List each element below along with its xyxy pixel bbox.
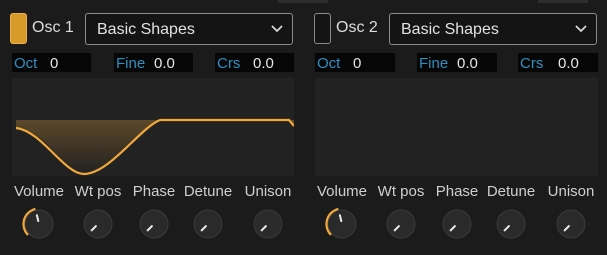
osc1-wavetable-value: Basic Shapes [97,21,195,38]
osc2-wtpos-knob[interactable] [384,207,418,241]
osc2-fine-label: Fine [419,55,449,72]
knob-body [442,209,472,239]
osc1-coarse-value: 0.0 [253,55,274,72]
knob-body [83,209,113,239]
osc2-octave-field[interactable]: Oct 0 [315,53,395,72]
osc1-enable-toggle[interactable] [10,13,27,44]
knob-body [253,209,283,239]
osc2-enable-toggle[interactable] [314,13,331,44]
osc2-unison-knob[interactable] [554,207,588,241]
knob-pointer [338,214,343,223]
osc2-waveform-display [315,78,598,176]
osc2-fine-field[interactable]: Fine 0.0 [417,53,497,72]
knob-body [556,209,586,239]
osc2-detune-knob[interactable] [494,207,528,241]
osc1-knob-label-unison: Unison [244,183,292,200]
osc1-waveform-fill [16,120,294,175]
knob-body [24,209,54,239]
knob-body [193,209,223,239]
oscillator-1-panel: Osc 1 Basic Shapes Oct 0 Fine 0.0 Crs 0.… [0,0,300,255]
knob-body [139,209,169,239]
osc2-title: Osc 2 [336,19,378,36]
osc2-knob-label-unison: Unison [547,183,595,200]
osc1-title: Osc 1 [32,19,74,36]
osc1-octave-field[interactable]: Oct 0 [12,53,91,72]
osc1-waveform-graph [15,118,294,176]
osc1-octave-value: 0 [50,55,59,72]
osc1-phase-knob[interactable] [137,207,171,241]
osc2-fine-value: 0.0 [457,55,478,72]
osc2-octave-label: Oct [317,55,341,72]
osc1-waveform-display [12,78,294,176]
knob-pointer [35,214,40,223]
osc2-wavetable-value: Basic Shapes [401,21,499,38]
osc1-wavetable-select[interactable]: Basic Shapes [85,13,293,45]
chevron-down-icon [271,25,283,33]
osc1-volume-knob[interactable] [22,207,56,241]
knob-body [496,209,526,239]
osc1-fine-field[interactable]: Fine 0.0 [114,53,193,72]
osc2-wavetable-select[interactable]: Basic Shapes [389,13,597,45]
chevron-down-icon [575,25,587,33]
osc1-unison-knob[interactable] [251,207,285,241]
osc1-coarse-label: Crs [217,55,241,72]
osc2-coarse-label: Crs [520,55,544,72]
osc2-phase-knob[interactable] [440,207,474,241]
osc2-volume-knob[interactable] [325,207,359,241]
osc2-coarse-field[interactable]: Crs 0.0 [518,53,598,72]
osc2-octave-value: 0 [353,55,362,72]
osc1-octave-label: Oct [14,55,38,72]
oscillator-2-panel: Osc 2 Basic Shapes Oct 0 Fine 0.0 Crs 0.… [304,0,604,255]
osc1-fine-value: 0.0 [154,55,175,72]
osc2-coarse-value: 0.0 [558,55,579,72]
osc1-fine-label: Fine [116,55,146,72]
knob-body [386,209,416,239]
osc1-detune-knob[interactable] [191,207,225,241]
osc1-coarse-field[interactable]: Crs 0.0 [215,53,294,72]
knob-body [327,209,357,239]
osc1-wtpos-knob[interactable] [81,207,115,241]
